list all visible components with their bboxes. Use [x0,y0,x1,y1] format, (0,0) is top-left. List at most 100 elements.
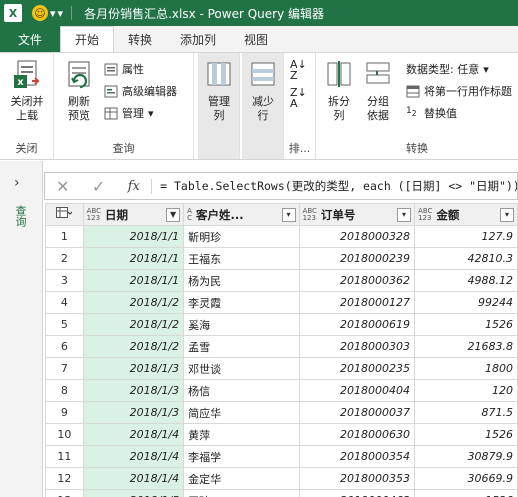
amount-cell[interactable]: 1526 [414,313,518,336]
customer-cell[interactable]: 金定华 [183,467,300,490]
column-header-customer[interactable]: A C 客户姓... ▾ [183,203,300,226]
date-cell[interactable]: 2018/1/1 [82,225,185,248]
tab-transform[interactable]: 转换 [114,26,166,52]
column-header-date[interactable]: ABC 123 日期 ▼ [82,203,185,226]
order-cell[interactable]: 2018000630 [298,423,416,446]
row-number[interactable]: 11 [45,445,84,468]
table-row[interactable]: 12 2018/1/4 金定华 2018000353 30669.9 [45,467,518,490]
customer-cell[interactable]: 靳明珍 [183,225,300,248]
confirm-formula-icon[interactable]: ✓ [81,177,117,196]
order-cell[interactable]: 2018000354 [298,445,416,468]
tab-add-column[interactable]: 添加列 [166,26,230,52]
order-cell[interactable]: 2018000619 [298,313,416,336]
amount-cell[interactable]: 127.9 [414,225,518,248]
table-row[interactable]: 3 2018/1/1 杨为民 2018000362 4988.12 [45,269,518,292]
advanced-editor-button[interactable]: 高级编辑器 [104,83,177,99]
table-row[interactable]: 4 2018/1/2 李灵霞 2018000127 99244 [45,291,518,314]
order-cell[interactable]: 2018000239 [298,247,416,270]
amount-cell[interactable]: 4988.12 [414,269,518,292]
table-row[interactable]: 8 2018/1/3 杨信 2018000404 120 [45,379,518,402]
replace-values-button[interactable]: 12 替换值 [406,105,457,121]
customer-cell[interactable]: 奚海 [183,313,300,336]
date-cell[interactable]: 2018/1/3 [82,401,185,424]
order-cell[interactable]: 2018000353 [298,467,416,490]
row-number[interactable]: 8 [45,379,84,402]
group-by-button[interactable]: 分组 依据 [360,59,396,123]
use-first-row-header-button[interactable]: 将第一行用作标题 [406,83,512,99]
customer-cell[interactable]: 王玮 [183,489,300,497]
date-cell[interactable]: 2018/1/4 [82,445,185,468]
table-row[interactable]: 9 2018/1/3 简应华 2018000037 871.5 [45,401,518,424]
order-cell[interactable]: 2018000037 [298,401,416,424]
table-row[interactable]: 11 2018/1/4 李福学 2018000354 30879.9 [45,445,518,468]
manage-columns-button[interactable]: 管理 列 [201,59,237,123]
feedback-dropdown-icon[interactable]: ▾ [50,7,56,20]
date-cell[interactable]: 2018/1/2 [82,313,185,336]
order-cell[interactable]: 2018000362 [298,269,416,292]
date-cell[interactable]: 2018/1/1 [82,247,185,270]
order-cell[interactable]: 2018000462 [298,489,416,497]
table-row[interactable]: 10 2018/1/4 黄萍 2018000630 1526 [45,423,518,446]
close-and-load-button[interactable]: x 关闭并 上载 [6,59,48,123]
row-number[interactable]: 12 [45,467,84,490]
formula-input[interactable]: = Table.SelectRows(更改的类型, each ([日期] <> … [152,178,517,194]
customer-cell[interactable]: 李福学 [183,445,300,468]
row-number[interactable]: 7 [45,357,84,380]
amount-cell[interactable]: 21683.8 [414,335,518,358]
customer-cell[interactable]: 孟雪 [183,335,300,358]
table-row[interactable]: 6 2018/1/2 孟雪 2018000303 21683.8 [45,335,518,358]
filter-dropdown-icon[interactable]: ▾ [397,207,412,222]
column-header-order[interactable]: ABC 123 订单号 ▾ [298,203,416,226]
expand-pane-chevron-icon[interactable]: › [14,175,20,191]
order-cell[interactable]: 2018000404 [298,379,416,402]
amount-cell[interactable]: 1526 [414,489,518,497]
amount-cell[interactable]: 871.5 [414,401,518,424]
split-column-button[interactable]: 拆分 列 [322,59,356,123]
customize-toolbar-icon[interactable]: ▾ [58,7,64,20]
cancel-formula-icon[interactable]: ✕ [45,177,81,196]
sort-descending-icon[interactable]: Z↓ A [290,87,307,109]
row-number[interactable]: 5 [45,313,84,336]
customer-cell[interactable]: 李灵霞 [183,291,300,314]
row-number[interactable]: 3 [45,269,84,292]
date-cell[interactable]: 2018/1/3 [82,379,185,402]
reduce-rows-button[interactable]: 减少 行 [245,59,281,123]
order-cell[interactable]: 2018000303 [298,335,416,358]
amount-cell[interactable]: 1800 [414,357,518,380]
filter-dropdown-icon[interactable]: ▾ [281,207,296,222]
feedback-smiley-icon[interactable]: ☺ [32,5,48,21]
filter-dropdown-icon[interactable]: ▾ [500,207,514,222]
table-row[interactable]: 132018/1/5王玮20180004621526 [45,489,518,497]
table-row[interactable]: 7 2018/1/3 邓世谈 2018000235 1800 [45,357,518,380]
table-menu-icon[interactable] [56,207,73,222]
customer-cell[interactable]: 简应华 [183,401,300,424]
sort-ascending-icon[interactable]: A↓ Z [290,59,307,81]
table-row[interactable]: 5 2018/1/2 奚海 2018000619 1526 [45,313,518,336]
date-cell[interactable]: 2018/1/2 [82,335,185,358]
data-type-dropdown[interactable]: 数据类型: 任意 ▾ [406,61,489,77]
amount-cell[interactable]: 99244 [414,291,518,314]
customer-cell[interactable]: 邓世谈 [183,357,300,380]
order-cell[interactable]: 2018000235 [298,357,416,380]
manage-button[interactable]: 管理 ▾ [104,105,154,121]
date-cell[interactable]: 2018/1/1 [82,269,185,292]
customer-cell[interactable]: 黄萍 [183,423,300,446]
refresh-preview-button[interactable]: 刷新 预览 [60,59,98,123]
row-number[interactable]: 4 [45,291,84,314]
row-number[interactable]: 1 [45,225,84,248]
date-cell[interactable]: 2018/1/5 [82,489,185,497]
row-number[interactable]: 13 [45,489,84,497]
row-number[interactable]: 10 [45,423,84,446]
customer-cell[interactable]: 杨信 [183,379,300,402]
row-number[interactable]: 6 [45,335,84,358]
select-all-corner[interactable] [45,203,84,226]
amount-cell[interactable]: 120 [414,379,518,402]
date-cell[interactable]: 2018/1/3 [82,357,185,380]
filter-active-icon[interactable]: ▼ [166,207,181,222]
fx-icon[interactable]: fx [116,178,153,194]
row-number[interactable]: 9 [45,401,84,424]
order-cell[interactable]: 2018000328 [298,225,416,248]
tab-file[interactable]: 文件 [0,26,60,52]
table-row[interactable]: 1 2018/1/1 靳明珍 2018000328 127.9 [45,225,518,248]
amount-cell[interactable]: 30669.9 [414,467,518,490]
